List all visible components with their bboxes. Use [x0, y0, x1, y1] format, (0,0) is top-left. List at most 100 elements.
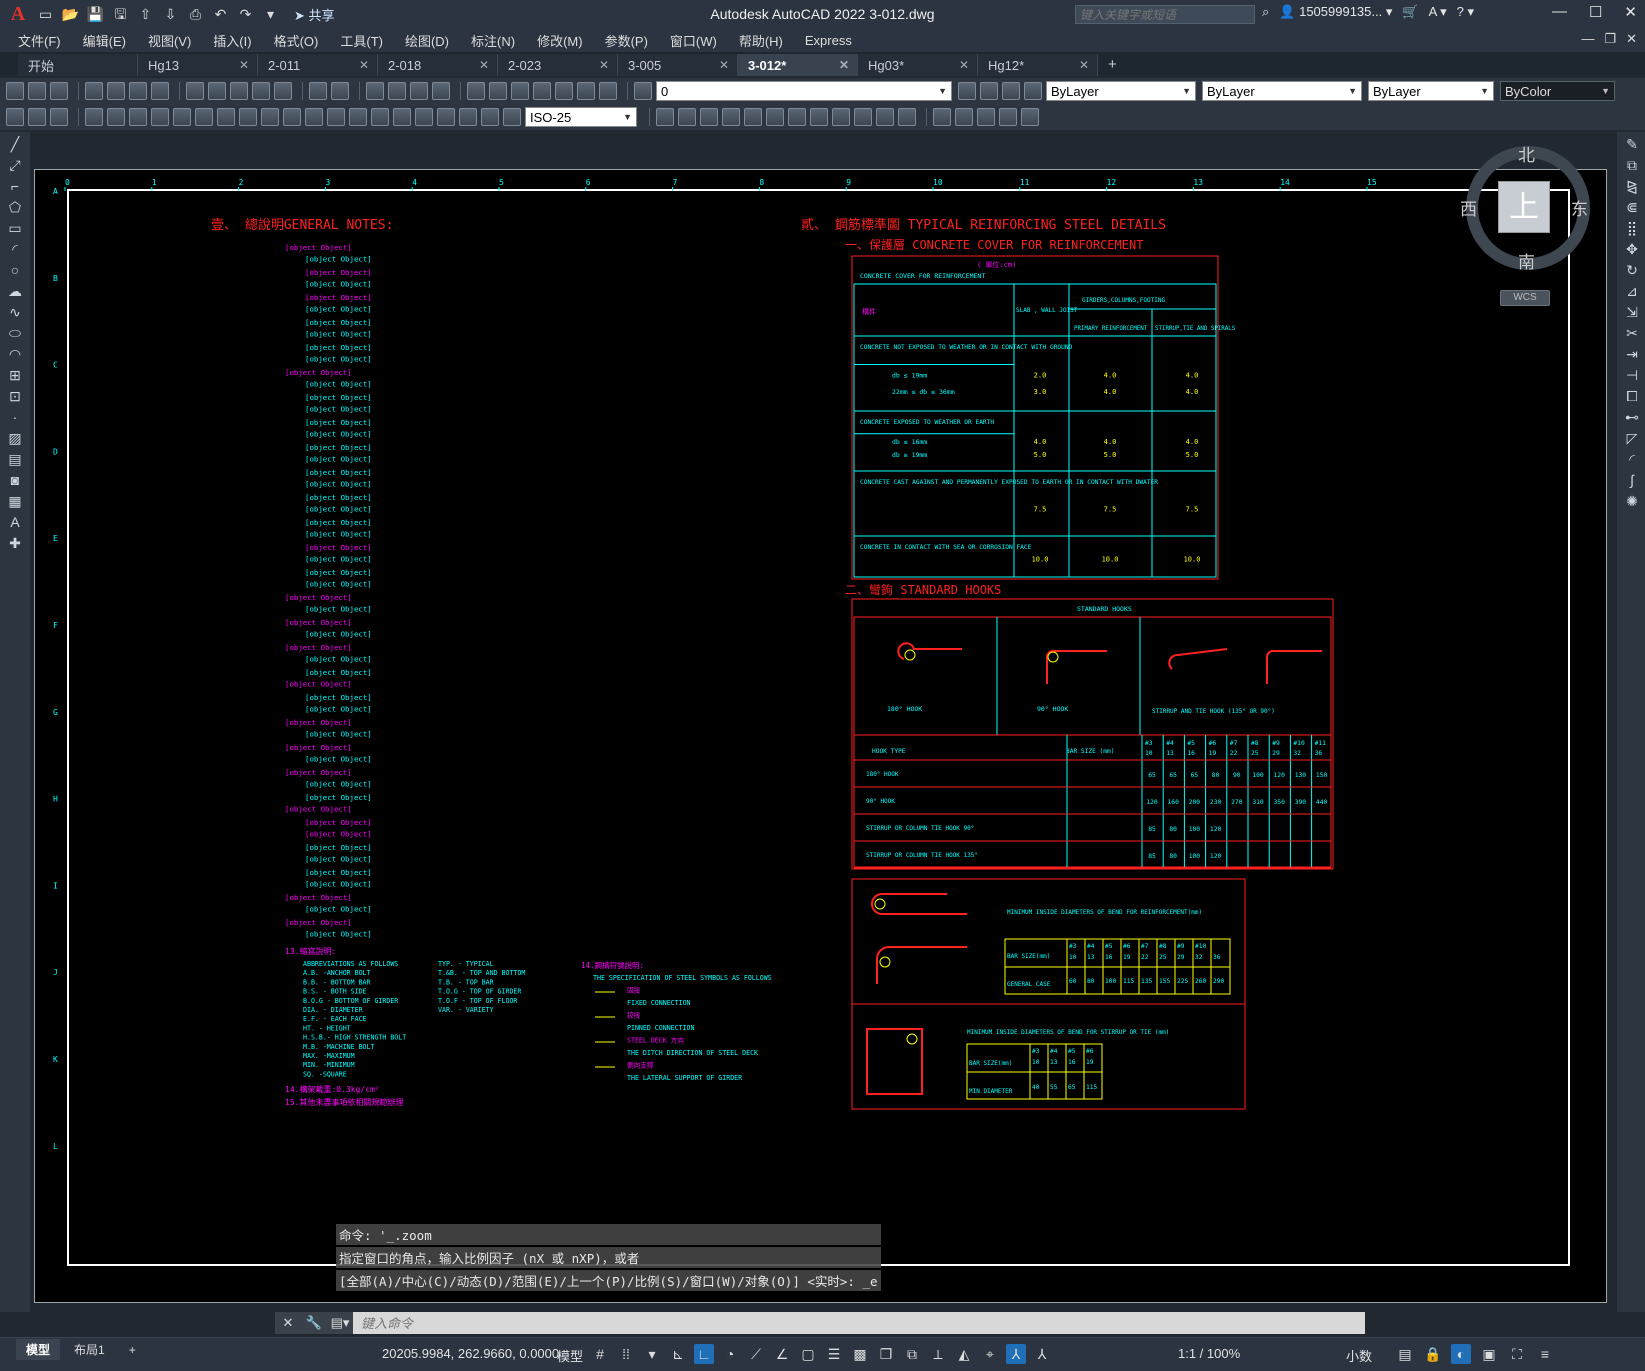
line-icon[interactable]: ╱	[6, 135, 24, 153]
menu-file[interactable]: 文件(F)	[18, 31, 61, 50]
menu-parametric[interactable]: 参数(P)	[605, 31, 648, 50]
web-save-icon[interactable]: ⇧	[136, 5, 155, 24]
customize-cmd-icon[interactable]: 🔧	[301, 1312, 327, 1334]
save-file-icon[interactable]	[50, 82, 68, 100]
file-tab[interactable]: 3-012* ✕	[738, 54, 858, 76]
recent-commands-icon[interactable]: ▤▾	[327, 1312, 353, 1334]
drawing-viewport[interactable]: 0 1 2 3 4 5 6 7 8 9 10 11 12 13 14 15 A B C D E F G H I J K L 壹、 總說明…	[34, 169, 1607, 1303]
center-mark-icon[interactable]	[393, 108, 411, 126]
extend-icon[interactable]	[810, 108, 828, 126]
object-snap-icon[interactable]: ▢	[798, 1344, 818, 1364]
redo-icon[interactable]: ↷	[236, 5, 255, 24]
tolerance-icon[interactable]	[371, 108, 389, 126]
plot-icon[interactable]	[85, 82, 103, 100]
annotation-visibility-icon[interactable]: ⅄	[1006, 1344, 1026, 1364]
move-icon[interactable]	[656, 108, 674, 126]
ellipse-icon[interactable]: ⬭	[6, 324, 24, 342]
layer-previous-icon[interactable]	[980, 82, 998, 100]
new-icon[interactable]: ▭	[36, 5, 55, 24]
block-editor-icon[interactable]	[274, 82, 292, 100]
close-tab-icon[interactable]: ✕	[959, 58, 969, 72]
blend-tool-icon[interactable]: ∫	[1623, 471, 1641, 489]
file-tab[interactable]: 开始	[18, 54, 138, 76]
arc-icon[interactable]: ◜	[6, 240, 24, 258]
selection-filter-icon[interactable]: ◭	[954, 1344, 974, 1364]
doc-minimize-button[interactable]: —	[1581, 31, 1594, 47]
fillet-tool-icon[interactable]: ◜	[1623, 450, 1641, 468]
blend-icon[interactable]	[1021, 108, 1039, 126]
fillet-icon[interactable]	[832, 108, 850, 126]
menu-window[interactable]: 窗口(W)	[670, 31, 717, 50]
file-tab[interactable]: 2-023 ✕	[498, 54, 618, 76]
erase-tool-icon[interactable]: ✎	[1623, 135, 1641, 153]
mirror-icon[interactable]	[744, 108, 762, 126]
markup-icon[interactable]	[555, 82, 573, 100]
cursor-coordinates[interactable]: 20205.9984, 262.9660, 0.0000	[382, 1346, 559, 1361]
break-tool-icon[interactable]: ⧠	[1623, 387, 1641, 405]
quick-dim-icon[interactable]	[261, 108, 279, 126]
gizmo-icon[interactable]: ⌖	[980, 1344, 1000, 1364]
file-tab[interactable]: 2-018 ✕	[378, 54, 498, 76]
menu-edit[interactable]: 编辑(E)	[83, 31, 126, 50]
web-open-icon[interactable]: ⇩	[161, 5, 180, 24]
jogged-linear-icon[interactable]	[437, 108, 455, 126]
share-button[interactable]: ➤ 共享	[294, 5, 335, 24]
tool-palettes-icon[interactable]	[511, 82, 529, 100]
polyline-icon[interactable]: ⌐	[6, 177, 24, 195]
cart-icon[interactable]: 🛒	[1402, 4, 1418, 20]
doc-restore-button[interactable]: ❐	[1604, 31, 1616, 47]
viewcube-north[interactable]: 北	[1518, 141, 1535, 166]
mtext-icon[interactable]	[28, 108, 46, 126]
infer-constraints-icon[interactable]: ⊾	[668, 1344, 688, 1364]
add-layout-button[interactable]: +	[119, 1341, 146, 1359]
close-tab-icon[interactable]: ✕	[359, 58, 369, 72]
dim-aligned-icon[interactable]	[107, 108, 125, 126]
dim-baseline-icon[interactable]	[283, 108, 301, 126]
dim-break-icon[interactable]	[349, 108, 367, 126]
lineweight-dropdown[interactable]: ByLayer ▼	[1368, 81, 1494, 101]
preview-icon[interactable]	[107, 82, 125, 100]
auto-scale-icon[interactable]: ⅄	[1032, 1344, 1052, 1364]
close-tab-icon[interactable]: ✕	[599, 58, 609, 72]
close-tab-icon[interactable]: ✕	[719, 58, 729, 72]
layer-states-icon[interactable]	[1002, 82, 1020, 100]
chamfer-tool-icon[interactable]: ◸	[1623, 429, 1641, 447]
save-as-icon[interactable]: 🖫	[111, 5, 130, 24]
search-input[interactable]	[1075, 5, 1255, 24]
menu-draw[interactable]: 绘图(D)	[405, 31, 449, 50]
model-space-toggle[interactable]: 模型	[557, 1346, 583, 1365]
properties-icon[interactable]	[467, 82, 485, 100]
mirror-tool-icon[interactable]: ⧎	[1623, 177, 1641, 195]
file-tab[interactable]: 3-005 ✕	[618, 54, 738, 76]
close-tab-icon[interactable]: ✕	[1079, 58, 1089, 72]
quickcalc-icon[interactable]	[577, 82, 595, 100]
command-input[interactable]	[353, 1312, 1365, 1334]
zoom-previous-icon[interactable]	[432, 82, 450, 100]
construction-line-icon[interactable]: ⤢	[6, 156, 24, 174]
ellipse-arc-icon[interactable]: ◠	[6, 345, 24, 363]
chamfer-icon[interactable]	[999, 108, 1017, 126]
menu-insert[interactable]: 插入(I)	[213, 31, 251, 50]
make-block-icon[interactable]: ⊡	[6, 387, 24, 405]
menu-format[interactable]: 格式(O)	[274, 31, 319, 50]
file-tab[interactable]: Hg03* ✕	[858, 54, 978, 76]
customization-icon[interactable]: ≡	[1535, 1344, 1555, 1364]
dim-angular-icon[interactable]	[239, 108, 257, 126]
dim-ordinate-icon[interactable]	[151, 108, 169, 126]
layout1-tab[interactable]: 布局1	[64, 1339, 115, 1360]
clean-screen-icon[interactable]: ⛶	[1507, 1344, 1527, 1364]
maximize-button[interactable]: ☐	[1589, 3, 1602, 21]
viewcube-east[interactable]: 东	[1571, 195, 1588, 220]
graphics-performance-icon[interactable]: ▣	[1479, 1344, 1499, 1364]
doc-close-button[interactable]: ✕	[1626, 31, 1637, 47]
layer-isolate-icon[interactable]	[1024, 82, 1042, 100]
dim-linear-icon[interactable]	[85, 108, 103, 126]
insert-block-icon[interactable]: ⊞	[6, 366, 24, 384]
table-icon[interactable]	[6, 108, 24, 126]
open-file-icon[interactable]	[28, 82, 46, 100]
print-icon[interactable]: ⎙	[186, 5, 205, 24]
help-tool-icon[interactable]	[599, 82, 617, 100]
object-snap-tracking-icon[interactable]: ∠	[772, 1344, 792, 1364]
wcs-menu[interactable]: WCS	[1500, 290, 1550, 306]
erase-icon[interactable]	[933, 108, 951, 126]
